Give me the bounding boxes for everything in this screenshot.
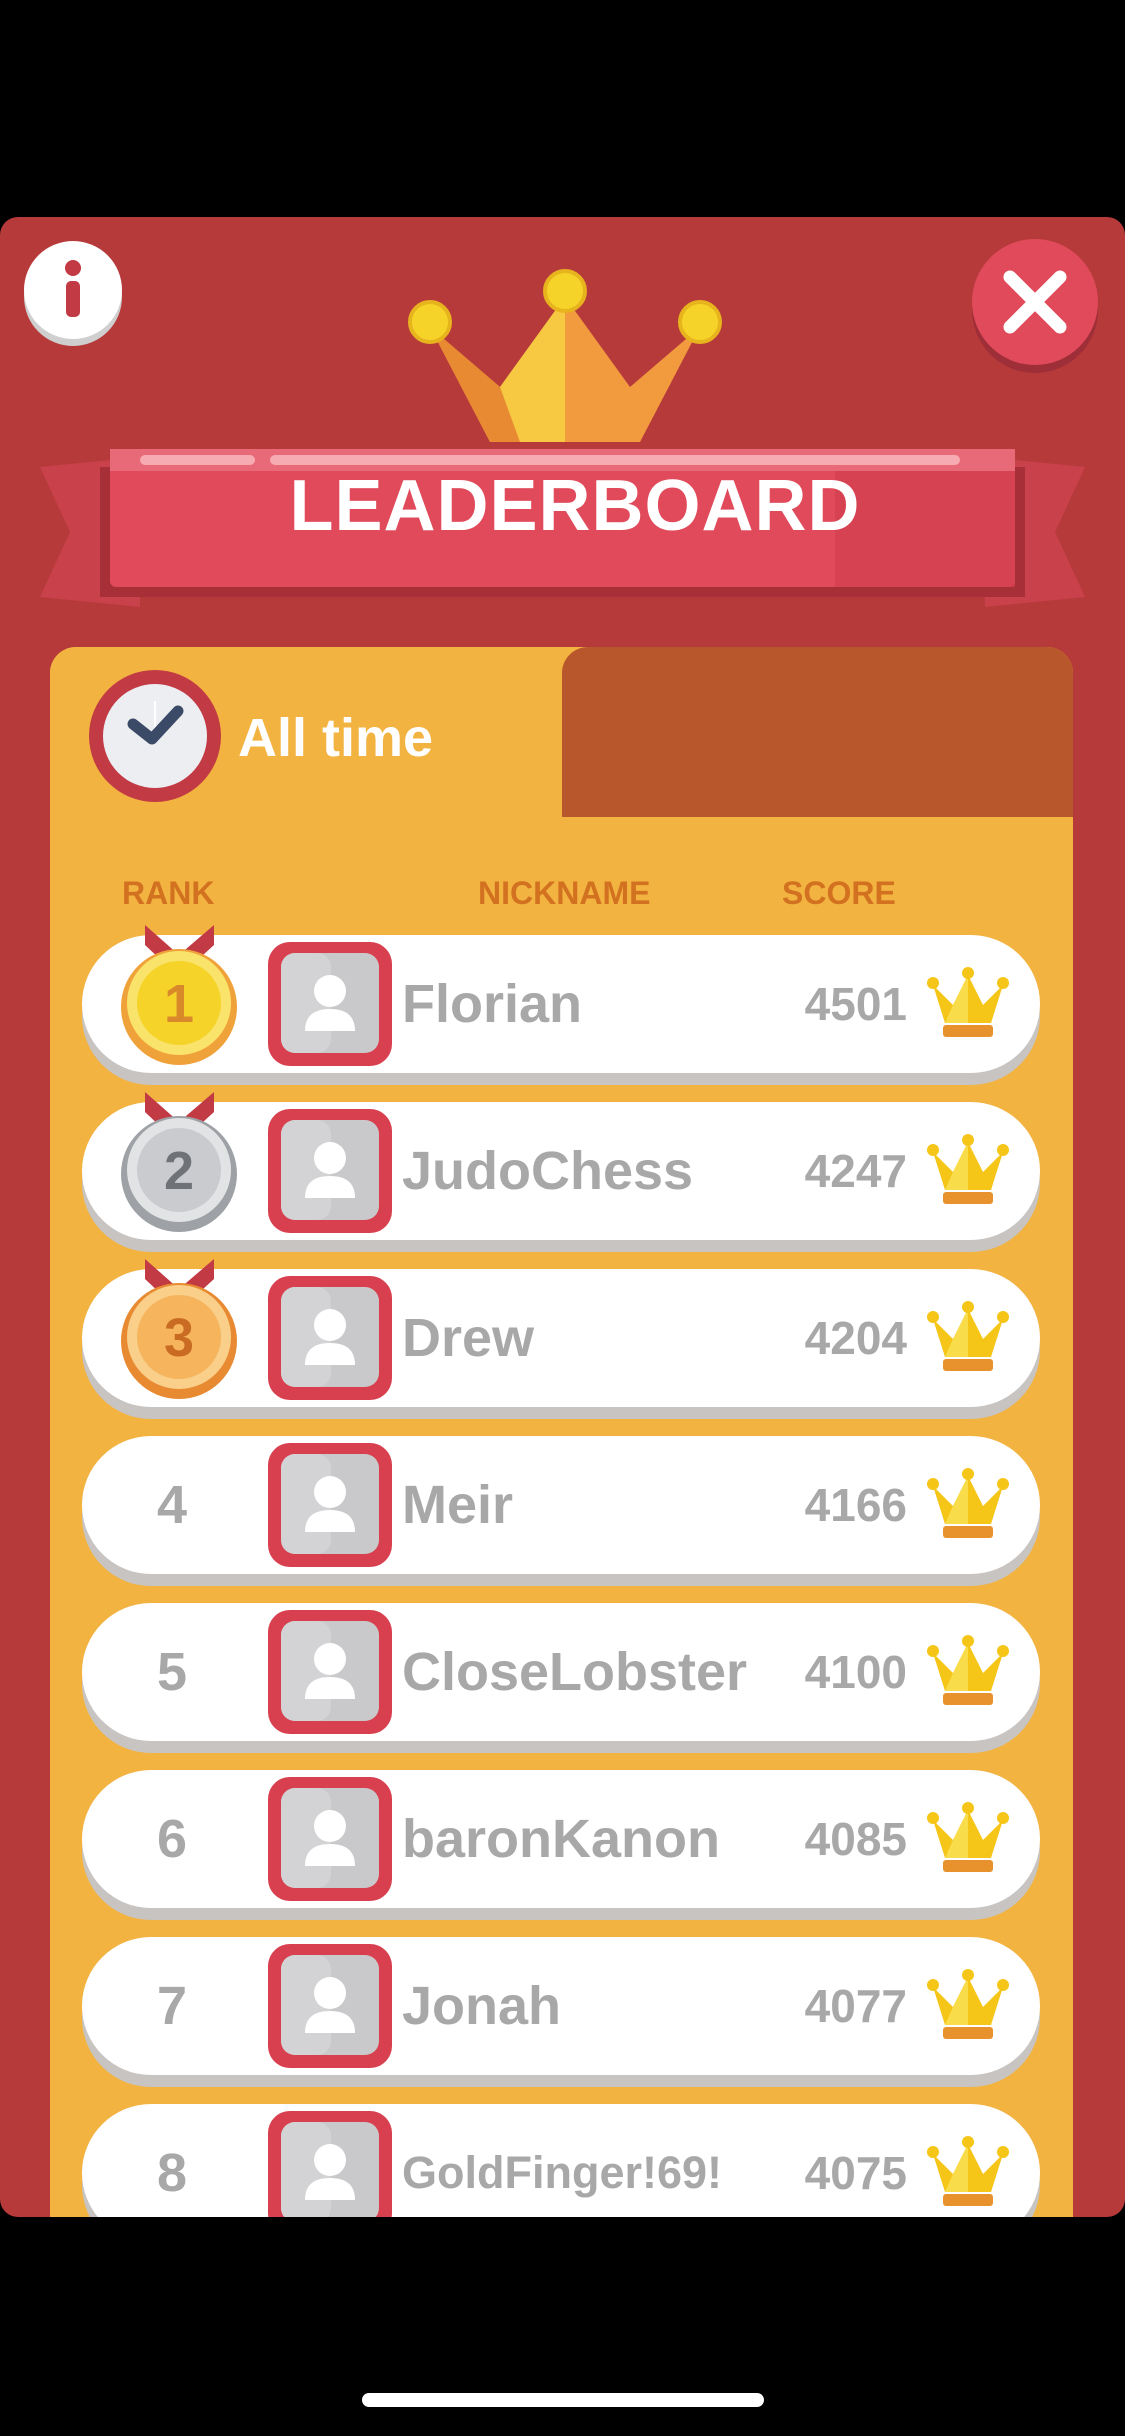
- table-row[interactable]: 6 baronKanon 4085: [82, 1770, 1040, 1908]
- rank-number: 4: [156, 1475, 188, 1535]
- rank-number: 5: [156, 1642, 188, 1702]
- player-nickname: Drew: [402, 1308, 535, 1368]
- player-score: 4204: [804, 1312, 907, 1364]
- player-score: 4247: [804, 1145, 907, 1197]
- player-score: 4075: [804, 2147, 907, 2199]
- player-nickname: Jonah: [402, 1976, 562, 2036]
- crown-emblem-icon: [408, 269, 722, 442]
- leaderboard-panel: LEADERBOARD All time RANK NICKNAME SCORE…: [0, 217, 1125, 2217]
- player-score: 4166: [804, 1479, 907, 1531]
- tab-secondary[interactable]: [562, 647, 1073, 817]
- player-nickname: JudoChess: [402, 1141, 694, 1201]
- info-button[interactable]: [24, 241, 122, 339]
- user-avatar-icon: [268, 2111, 392, 2217]
- player-nickname: CloseLobster: [402, 1642, 748, 1702]
- clock-icon: [89, 670, 221, 802]
- crown-icon: [927, 1802, 1009, 1872]
- crown-icon: [927, 1134, 1009, 1204]
- score-column-header: SCORE: [782, 875, 896, 911]
- player-nickname: Florian: [402, 974, 583, 1034]
- player-score: 4100: [804, 1646, 907, 1698]
- user-avatar-icon: [268, 1276, 392, 1400]
- silver-medal-icon: 2: [121, 1092, 237, 1232]
- player-score: 4501: [804, 978, 907, 1030]
- home-indicator: [362, 2393, 764, 2407]
- user-avatar-icon: [268, 1109, 392, 1233]
- close-button[interactable]: [972, 239, 1098, 365]
- crown-icon: [927, 1635, 1009, 1705]
- table-row[interactable]: 5 CloseLobster 4100: [82, 1603, 1040, 1741]
- crown-icon: [927, 1969, 1009, 2039]
- crown-icon: [927, 1301, 1009, 1371]
- user-avatar-icon: [268, 1777, 392, 1901]
- rank-number: 8: [156, 2143, 188, 2203]
- rank-column-header: RANK: [122, 875, 215, 911]
- tab-all-time-label: All time: [238, 708, 434, 768]
- user-avatar-icon: [268, 942, 392, 1066]
- player-nickname: Meir: [402, 1475, 514, 1535]
- table-row[interactable]: 4 Meir 4166: [82, 1436, 1040, 1574]
- table-row[interactable]: 8 GoldFinger!69! 4075: [82, 2104, 1040, 2217]
- player-score: 4077: [804, 1980, 907, 2032]
- table-row[interactable]: 2 JudoChess 4247: [82, 1092, 1040, 1240]
- gold-medal-icon: 1: [121, 925, 237, 1065]
- rank-number: 6: [156, 1809, 188, 1869]
- page-title: LEADERBOARD: [289, 466, 861, 546]
- user-avatar-icon: [268, 1443, 392, 1567]
- table-row[interactable]: 7 Jonah 4077: [82, 1937, 1040, 2075]
- rank-number: 7: [156, 1976, 188, 2036]
- crown-icon: [927, 967, 1009, 1037]
- user-avatar-icon: [268, 1944, 392, 2068]
- nickname-column-header: NICKNAME: [478, 875, 651, 911]
- table-row[interactable]: 1 Florian 4501: [82, 925, 1040, 1073]
- crown-icon: [927, 1468, 1009, 1538]
- player-nickname: baronKanon: [402, 1809, 720, 1869]
- close-icon: [1003, 270, 1067, 334]
- player-score: 4085: [804, 1813, 907, 1865]
- bronze-medal-icon: 3: [121, 1259, 237, 1399]
- rank-number: 2: [164, 1141, 194, 1201]
- rank-number: 3: [164, 1308, 194, 1368]
- crown-icon: [927, 2136, 1009, 2206]
- rank-number: 1: [164, 974, 194, 1034]
- info-icon: [65, 260, 81, 317]
- table-row[interactable]: 3 Drew 4204: [82, 1259, 1040, 1407]
- player-nickname: GoldFinger!69!: [402, 2147, 723, 2198]
- user-avatar-icon: [268, 1610, 392, 1734]
